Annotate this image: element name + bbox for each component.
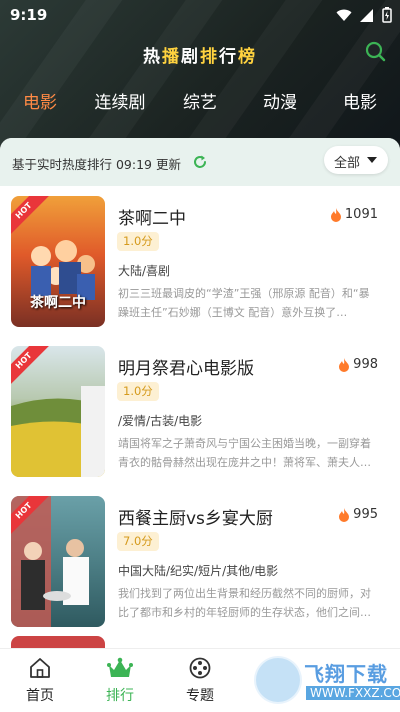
nav-topics-label: 专题 — [186, 688, 214, 704]
poster-image — [11, 636, 105, 648]
score-badge: 1.0分 — [117, 232, 159, 251]
update-text: 基于实时热度排行 09:19 更新 — [12, 157, 181, 172]
header: 9:19 热播剧排行榜 电影 连续剧 综艺 动漫 电影 — [0, 0, 400, 160]
list-item[interactable]: 茶啊二中 HOT 茶啊二中 1091 1.0分 大陆/喜剧 初三三班最调皮的“学… — [0, 186, 400, 336]
flame-icon — [339, 507, 350, 522]
tab-variety[interactable]: 综艺 — [160, 88, 240, 113]
score-badge: 7.0分 — [117, 532, 159, 551]
search-icon[interactable] — [364, 40, 386, 62]
tab-tv-series[interactable]: 连续剧 — [80, 88, 160, 113]
tab-anime[interactable]: 动漫 — [240, 88, 320, 113]
heat-count: 998 — [338, 357, 378, 372]
list-item[interactable]: HOT 西餐主厨vs乡宴大厨 995 7.0分 中国大陆/纪实/短片/其他/电影… — [0, 486, 400, 636]
heat-count: 1091 — [330, 207, 378, 222]
update-bar: 基于实时热度排行 09:19 更新 全部 — [0, 138, 400, 186]
tab-movie[interactable]: 电影 — [0, 88, 80, 113]
item-title: 明月祭君心电影版 — [118, 359, 254, 379]
poster-title: 茶啊二中 — [30, 295, 86, 311]
item-description: 靖国将军之子萧奇风与宁国公主困婚当晚，一副穿着青衣的骷骨赫然出现在庞井之中！萧将… — [118, 437, 371, 469]
poster-image: 茶啊二中 HOT — [11, 196, 105, 327]
filter-label: 全部 — [334, 156, 361, 171]
category-tabs: 电影 连续剧 综艺 动漫 电影 — [0, 88, 400, 122]
item-title: 西餐主厨vs乡宴大厨 — [118, 509, 273, 529]
list-item[interactable]: HOT 明月祭君心电影版 998 1.0分 /爱情/古装/电影 靖国将军之子萧奇… — [0, 336, 400, 486]
flame-icon — [339, 357, 350, 372]
score-badge: 1.0分 — [117, 382, 159, 401]
item-genre: /爱情/古装/电影 — [118, 414, 203, 428]
watermark-logo: 飞翔下载 WWW.FXXZ.COM — [254, 656, 400, 706]
caret-down-icon — [367, 157, 377, 163]
item-description: 初三三班最调皮的“学渣”王强（邢原源 配音）和“暴躁班主任”石妙娜（王博文 配音… — [118, 287, 370, 319]
nav-ranking[interactable]: 排行 — [90, 657, 150, 705]
watermark-url: WWW.FXXZ.COM — [306, 686, 400, 700]
tab-movie-2[interactable]: 电影 — [320, 88, 400, 113]
item-title: 茶啊二中 — [118, 209, 186, 229]
crown-icon — [107, 657, 133, 677]
nav-home-label: 首页 — [26, 688, 54, 704]
poster-image: HOT — [11, 346, 105, 477]
film-reel-icon — [189, 657, 211, 679]
signal-icon — [360, 8, 373, 22]
item-genre: 大陆/喜剧 — [118, 264, 171, 278]
item-description: 我们找到了两位出生背景和经历截然不同的厨师，对比了都市和乡村的年轻厨师的生存状态… — [118, 587, 371, 619]
nav-home[interactable]: 首页 — [10, 657, 70, 705]
battery-icon — [382, 7, 392, 23]
filter-dropdown[interactable]: 全部 — [324, 146, 388, 174]
item-genre: 中国大陆/纪实/短片/其他/电影 — [118, 564, 279, 578]
status-bar: 9:19 — [0, 0, 400, 30]
watermark-text: 飞翔下载 — [304, 662, 388, 686]
flame-icon — [330, 207, 341, 222]
wifi-icon — [336, 9, 352, 21]
ranking-panel: 基于实时热度排行 09:19 更新 全部 茶啊二中 HOT 茶啊二中 1091 … — [0, 138, 400, 648]
app-title: 热播剧排行榜 — [143, 47, 257, 67]
status-time: 9:19 — [10, 6, 48, 24]
nav-ranking-label: 排行 — [106, 688, 134, 704]
home-icon — [30, 658, 50, 678]
heat-count: 995 — [338, 507, 378, 522]
poster-image: HOT — [11, 496, 105, 627]
title-bar: 热播剧排行榜 — [0, 38, 400, 68]
refresh-icon[interactable] — [192, 154, 208, 170]
nav-topics[interactable]: 专题 — [170, 657, 230, 705]
watermark-emblem — [254, 656, 302, 704]
